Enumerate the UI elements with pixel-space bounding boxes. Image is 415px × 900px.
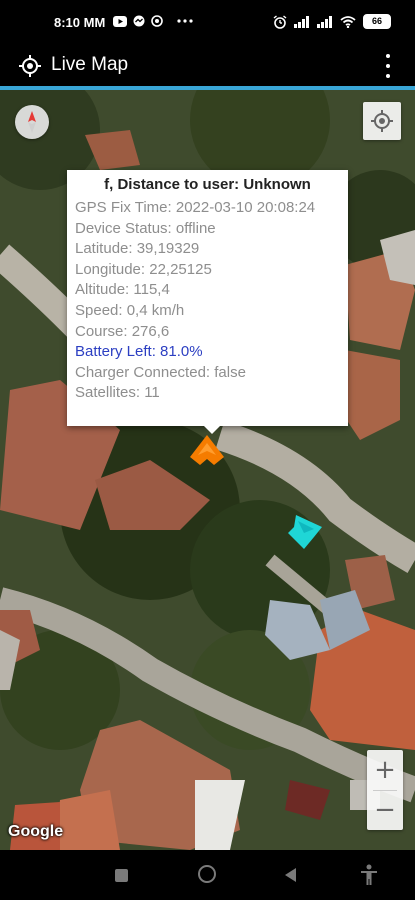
- info-device-status: Device Status: offline: [75, 219, 216, 237]
- overflow-menu-icon[interactable]: [383, 54, 393, 78]
- info-window-pointer: [204, 426, 220, 434]
- signal-icon: [317, 15, 332, 28]
- recents-icon[interactable]: [115, 869, 128, 882]
- status-time: 8:10 MM: [54, 15, 106, 30]
- info-battery-left: Battery Left: 81.0%: [75, 343, 203, 361]
- zoom-controls: + −: [367, 750, 403, 830]
- system-nav-bar: [0, 850, 415, 900]
- page-title: Live Map: [51, 54, 129, 75]
- compass-icon[interactable]: [15, 105, 49, 139]
- info-charger-connected: Charger Connected: false: [75, 363, 246, 381]
- info-longitude: Longitude: 22,25125: [75, 260, 212, 278]
- crosshair-icon: [19, 55, 41, 77]
- info-window-title: f, Distance to user: Unknown: [104, 176, 311, 193]
- orange-marker[interactable]: [190, 435, 224, 465]
- status-notification-icons: [113, 15, 193, 27]
- messenger-icon: [133, 15, 145, 27]
- compass-needle: [28, 111, 36, 133]
- map-attribution: Google: [8, 823, 64, 840]
- info-course: Course: 276,6: [75, 322, 170, 340]
- marker-info-window[interactable]: f, Distance to user: Unknown GPS Fix Tim…: [67, 170, 348, 426]
- map-view[interactable]: f, Distance to user: Unknown GPS Fix Tim…: [0, 90, 415, 850]
- signal-icon: [294, 15, 309, 28]
- wifi-icon: [340, 15, 356, 28]
- zoom-divider: [373, 790, 397, 791]
- notification-icon: [151, 15, 163, 27]
- zoom-in-button[interactable]: +: [367, 750, 403, 790]
- info-speed: Speed: 0,4 km/h: [75, 301, 185, 319]
- info-altitude: Altitude: 115,4: [75, 281, 170, 299]
- app-bar: Live Map: [0, 46, 415, 86]
- more-icon: [177, 19, 193, 23]
- youtube-icon: [113, 15, 127, 27]
- zoom-out-button[interactable]: −: [367, 790, 403, 830]
- back-icon[interactable]: [285, 868, 296, 882]
- info-gps-fix-time: GPS Fix Time: 2022-03-10 20:08:24: [75, 199, 316, 216]
- info-latitude: Latitude: 39,19329: [75, 240, 200, 258]
- my-location-icon: [371, 110, 393, 132]
- info-satellites: Satellites: 11: [75, 384, 160, 402]
- battery-icon: 66: [363, 14, 391, 29]
- status-bar: 8:10 MM 66: [0, 0, 415, 46]
- accessibility-icon[interactable]: [360, 864, 378, 886]
- status-system-icons: 66: [273, 14, 391, 29]
- alarm-icon: [273, 14, 287, 29]
- home-icon[interactable]: [198, 865, 216, 883]
- cyan-marker[interactable]: [286, 515, 322, 549]
- my-location-button[interactable]: [363, 102, 401, 140]
